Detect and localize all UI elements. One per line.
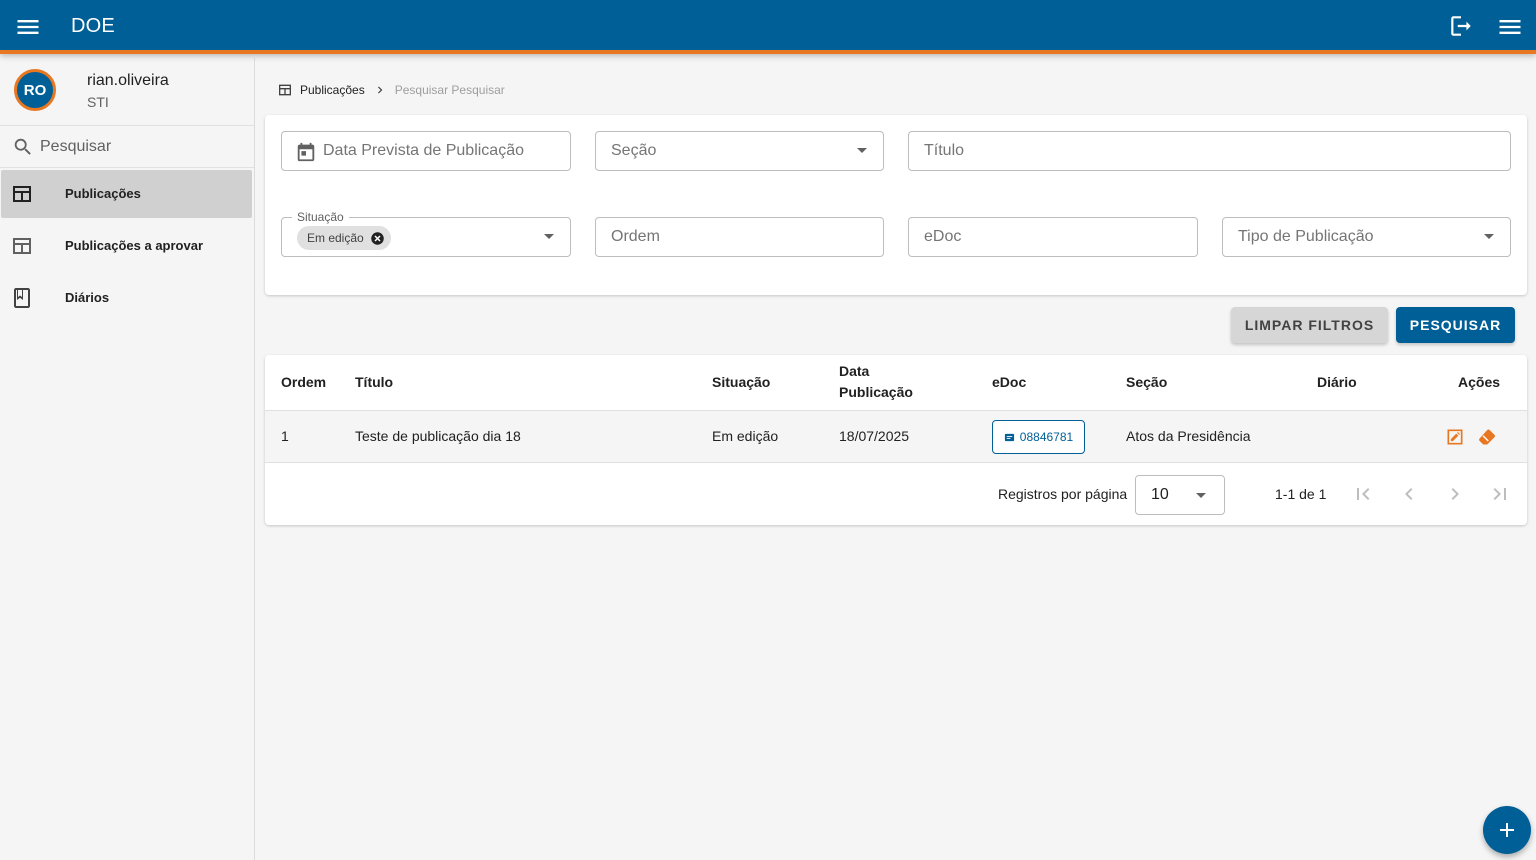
sidebar-item-publicacoes-a-aprovar[interactable]: Publicações a aprovar [1, 222, 252, 270]
sidebar-item-label: Publicações a aprovar [65, 238, 204, 253]
sidebar-item-publicacoes[interactable]: Publicações [1, 170, 252, 218]
table-row[interactable]: 1 Teste de publicação dia 18 Em edição 1… [265, 411, 1527, 463]
sidebar-search [0, 126, 254, 168]
results-table: Ordem Título Situação Data Publicação eD… [265, 355, 1527, 525]
situacao-chip: Em edição [297, 226, 391, 250]
sidebar-item-diarios[interactable]: Diários [1, 274, 252, 322]
pagination: Registros por página 10 1-1 de 1 [265, 463, 1527, 525]
column-header-data-line2[interactable]: Publicação [839, 382, 913, 403]
ordem-field[interactable]: Ordem [595, 217, 884, 257]
chevron-down-icon [544, 234, 554, 239]
cell-titulo: Teste de publicação dia 18 [355, 428, 521, 444]
data-prevista-placeholder: Data Prevista de Publicação [323, 142, 524, 159]
column-header-diario[interactable]: Diário [1317, 372, 1357, 393]
sidebar-item-label: Diários [65, 290, 110, 305]
next-page-icon[interactable] [1443, 482, 1467, 506]
app-title: DOE [71, 15, 115, 37]
secao-placeholder: Seção [611, 142, 657, 159]
filters-panel: Data Prevista de Publicação Seção Título… [265, 115, 1527, 295]
rows-per-page-label: Registros por página [998, 486, 1128, 502]
eraser-icon[interactable] [1477, 427, 1497, 447]
logout-icon[interactable] [1448, 13, 1474, 39]
edit-icon[interactable] [1445, 427, 1465, 447]
table-icon [13, 186, 31, 202]
calendar-icon[interactable] [295, 141, 317, 163]
situacao-select[interactable]: Situação Em edição [281, 210, 571, 257]
top-app-bar: DOE [0, 0, 1536, 54]
edoc-placeholder: eDoc [924, 228, 962, 245]
tipo-publicacao-select[interactable]: Tipo de Publicação [1222, 217, 1511, 257]
column-header-titulo[interactable]: Título [355, 372, 393, 393]
breadcrumb-parent[interactable]: Publicações [300, 83, 365, 97]
situacao-chip-label: Em edição [307, 231, 364, 245]
pagination-range: 1-1 de 1 [1275, 486, 1327, 502]
sidebar: RO rian.oliveira STI Publicações Publica… [0, 58, 255, 860]
options-menu-icon[interactable] [1496, 13, 1524, 41]
chevron-down-icon [1196, 493, 1206, 498]
search-button[interactable]: PESQUISAR [1396, 307, 1515, 343]
column-header-ordem[interactable]: Ordem [281, 372, 326, 393]
avatar[interactable]: RO [14, 69, 56, 111]
column-header-data-line1[interactable]: Data [839, 361, 869, 382]
breadcrumb-current: Pesquisar Pesquisar [394, 83, 505, 97]
secao-select[interactable]: Seção [595, 131, 884, 171]
column-header-acoes: Ações [1458, 374, 1501, 390]
clear-filters-button[interactable]: LIMPAR FILTROS [1231, 307, 1388, 343]
titulo-placeholder: Título [924, 142, 965, 159]
cell-ordem: 1 [281, 428, 289, 444]
sidebar-item-label: Publicações [65, 186, 141, 201]
data-prevista-field[interactable]: Data Prevista de Publicação [281, 131, 571, 171]
search-icon [14, 138, 31, 155]
tipo-publicacao-placeholder: Tipo de Publicação [1238, 228, 1374, 245]
column-header-edoc[interactable]: eDoc [992, 372, 1026, 393]
chevron-down-icon [857, 148, 867, 153]
plus-icon [1500, 823, 1514, 837]
add-button[interactable] [1483, 806, 1531, 854]
chevron-right-icon [377, 86, 383, 94]
user-name: rian.oliveira [87, 72, 169, 89]
sidebar-search-input[interactable] [40, 134, 240, 160]
titulo-field[interactable]: Título [908, 131, 1511, 171]
rows-per-page-select[interactable]: 10 [1135, 475, 1225, 515]
column-header-secao[interactable]: Seção [1126, 372, 1167, 393]
chevron-down-icon [1484, 234, 1494, 239]
table-header: Ordem Título Situação Data Publicação eD… [265, 355, 1527, 411]
book-icon [14, 288, 30, 308]
edoc-number: 08846781 [1019, 430, 1074, 444]
cell-data: 18/07/2025 [839, 428, 910, 444]
cell-situacao: Em edição [712, 428, 779, 444]
situacao-label: Situação [292, 210, 349, 224]
document-icon [1004, 433, 1014, 441]
close-icon[interactable] [370, 231, 385, 246]
column-header-situacao[interactable]: Situação [712, 372, 770, 393]
cell-secao: Atos da Presidência [1126, 428, 1251, 444]
table-icon [13, 238, 31, 254]
breadcrumb: Publicações Pesquisar Pesquisar [277, 81, 505, 99]
last-page-icon[interactable] [1488, 482, 1512, 506]
user-profile: RO rian.oliveira STI [0, 58, 254, 126]
table-icon [279, 84, 291, 96]
previous-page-icon[interactable] [1397, 482, 1421, 506]
edoc-link-button[interactable]: 08846781 [992, 420, 1085, 454]
user-org: STI [87, 94, 109, 110]
first-page-icon[interactable] [1351, 482, 1375, 506]
edoc-field[interactable]: eDoc [908, 217, 1198, 257]
menu-icon[interactable] [14, 13, 42, 41]
ordem-placeholder: Ordem [611, 228, 660, 245]
rows-per-page-value: 10 [1151, 486, 1169, 503]
